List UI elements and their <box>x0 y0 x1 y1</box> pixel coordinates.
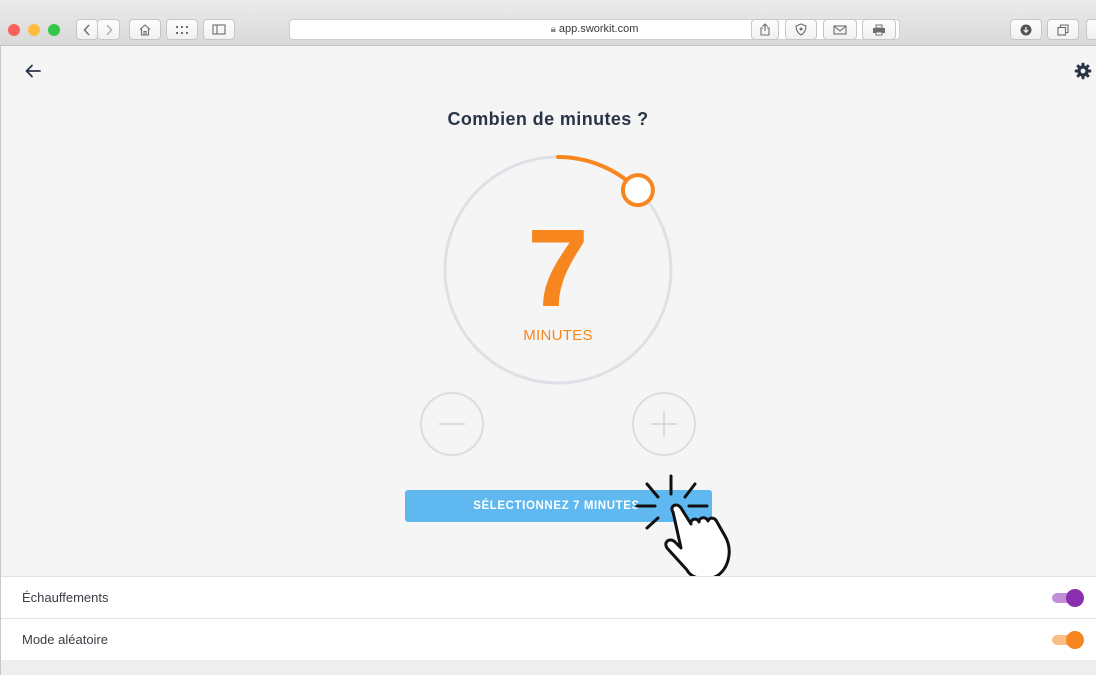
tabs-icon <box>1057 23 1069 36</box>
url-text: app.sworkit.com <box>558 23 639 35</box>
browser-forward-button[interactable] <box>98 19 120 40</box>
setting-label-random-mode: Mode aléatoire <box>22 632 108 647</box>
browser-top-sites-button[interactable] <box>166 19 198 40</box>
page-title: Combien de minutes ? <box>447 109 649 129</box>
chevron-left-icon <box>83 24 90 35</box>
minus-icon <box>439 423 465 425</box>
random-mode-toggle[interactable] <box>1052 631 1084 649</box>
home-icon <box>139 24 151 36</box>
zoom-window-button[interactable] <box>48 24 60 36</box>
arrow-left-icon[interactable] <box>24 62 42 80</box>
minutes-unit-label: MINUTES <box>523 327 593 344</box>
toggle-knob <box>1066 631 1084 649</box>
chevron-right-icon <box>105 24 112 35</box>
close-window-button[interactable] <box>8 24 20 36</box>
minimize-window-button[interactable] <box>28 24 40 36</box>
page-footer-area <box>0 660 1096 675</box>
lock-icon: 🔒︎ <box>550 24 556 35</box>
dial-handle[interactable] <box>620 173 655 208</box>
mail-button[interactable] <box>823 19 857 40</box>
setting-row-random-mode[interactable]: Mode aléatoire <box>0 619 1096 661</box>
decrease-minutes-button[interactable] <box>420 392 484 456</box>
shield-extension-button[interactable] <box>785 19 817 40</box>
setting-row-warmups[interactable]: Échauffements <box>0 577 1096 619</box>
shield-icon <box>795 23 807 36</box>
plus-icon <box>651 411 677 437</box>
sidebar-icon <box>212 24 226 35</box>
tab-overview-button[interactable] <box>1047 19 1079 40</box>
warmups-toggle[interactable] <box>1052 589 1084 607</box>
toggle-knob <box>1066 589 1084 607</box>
mail-icon <box>833 24 847 35</box>
app-page: Combien de minutes ? 7 MINUTES SÉLECTION… <box>0 46 1096 675</box>
setting-label-warmups: Échauffements <box>22 590 109 605</box>
share-button[interactable] <box>751 19 779 40</box>
browser-back-button[interactable] <box>76 19 98 40</box>
minutes-value: 7 <box>527 207 589 330</box>
browser-sidebar-button[interactable] <box>203 19 235 40</box>
settings-list: Échauffements Mode aléatoire <box>0 576 1096 661</box>
download-icon <box>1020 24 1032 35</box>
browser-toolbar: 🔒︎ app.sworkit.com <box>0 0 1096 46</box>
browser-home-button[interactable] <box>129 19 161 40</box>
grid-icon <box>176 25 188 34</box>
print-button[interactable] <box>862 19 896 40</box>
new-tab-button[interactable] <box>1086 19 1096 40</box>
downloads-button[interactable] <box>1010 19 1042 40</box>
gear-icon[interactable] <box>1074 62 1092 80</box>
click-pointer-hand-icon <box>635 474 731 581</box>
printer-icon <box>873 24 885 35</box>
window-edge <box>0 46 1 675</box>
share-icon <box>760 23 770 36</box>
increase-minutes-button[interactable] <box>632 392 696 456</box>
